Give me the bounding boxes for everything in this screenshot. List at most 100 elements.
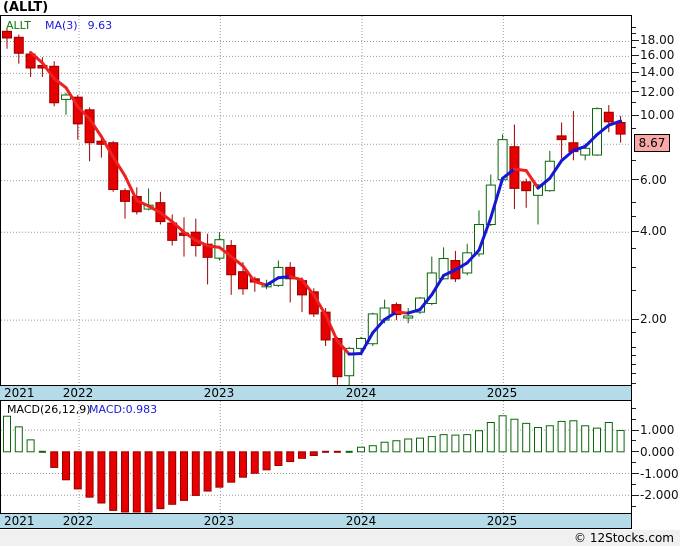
- axis-minor-tick: [632, 159, 636, 161]
- macd-bar-negative: [227, 451, 236, 483]
- price-axis-label: 6.00: [640, 172, 667, 187]
- ma-line-segment: [206, 244, 221, 249]
- macd-bar-negative: [298, 451, 306, 459]
- macd-panel: MACD(26,12,9) MACD:0.983: [0, 401, 631, 513]
- axis-major-tick: [632, 473, 639, 474]
- macd-bar-chart: [1, 401, 631, 513]
- macd-bar-positive: [427, 436, 436, 453]
- year-label: 2023: [203, 514, 235, 528]
- year-label: 2023: [203, 386, 235, 400]
- candle-body: [603, 111, 614, 123]
- macd-bar-negative: [156, 451, 165, 510]
- candle-body: [120, 190, 130, 202]
- ma-line-segment: [253, 280, 269, 287]
- ma-label: MA(3): [45, 19, 78, 32]
- macd-bar-positive: [404, 438, 413, 453]
- last-price-badge: 8.67: [634, 134, 670, 152]
- axis-minor-tick: [632, 363, 636, 365]
- axis-minor-tick: [632, 355, 636, 357]
- price-axis-label: 12.00: [640, 84, 675, 99]
- macd-bar-positive: [463, 434, 472, 453]
- axis-major-tick: [632, 494, 639, 496]
- axis-minor-tick: [632, 267, 636, 269]
- axis-minor-tick: [632, 331, 636, 333]
- candle-body: [403, 315, 414, 319]
- axis-major-tick: [632, 54, 639, 56]
- year-label: 2022: [62, 514, 94, 528]
- axis-major-tick: [632, 230, 639, 232]
- axis-minor-tick: [632, 440, 636, 442]
- symbol-label: ALLT: [6, 19, 31, 32]
- axis-major-tick: [632, 429, 639, 431]
- macd-param-label: MACD(26,12,9): [7, 403, 91, 416]
- axis-major-tick: [632, 318, 639, 320]
- macd-bar-negative: [121, 451, 129, 513]
- macd-bar-positive: [522, 422, 531, 453]
- year-label: 2024: [345, 386, 377, 400]
- macd-bar-positive: [593, 427, 601, 453]
- axis-major-tick: [632, 179, 639, 181]
- macd-bar-negative: [239, 451, 247, 478]
- price-axis: 8.67 18.00 16.00 14.00 12.00 10.00 6.00 4.00 2.…: [632, 15, 680, 385]
- price-axis-label: 2.00: [640, 312, 667, 327]
- axis-minor-tick: [632, 215, 636, 217]
- stock-chart-page: (ALLT) ALLT MA(3) 9.63 8.67 18.00 16.00 14.0…: [0, 0, 680, 546]
- macd-bar-positive: [475, 430, 483, 453]
- x-axis-band-bottom: 2021 2022 2023 2024 2025: [0, 513, 631, 529]
- price-axis-label: 16.00: [640, 48, 675, 63]
- price-axis-label: 10.00: [640, 108, 675, 122]
- year-label: 2022: [62, 386, 94, 400]
- year-label: 2021: [4, 514, 35, 528]
- axis-minor-tick: [632, 33, 636, 35]
- macd-bar-positive: [581, 425, 590, 453]
- price-axis-label: 18.00: [640, 33, 675, 48]
- candle-body: [497, 139, 508, 181]
- macd-bar-negative: [215, 451, 224, 488]
- axis-minor-tick: [632, 505, 636, 507]
- macd-bar-negative: [85, 451, 94, 498]
- axis-minor-tick: [632, 127, 636, 129]
- macd-bar-negative: [144, 451, 153, 513]
- macd-bar-positive: [26, 439, 35, 453]
- axis-major-tick: [632, 451, 639, 453]
- candle-body: [521, 181, 532, 192]
- axis-minor-tick: [632, 383, 636, 385]
- axis-major-tick: [632, 114, 639, 116]
- price-axis-label: 4.00: [640, 224, 667, 239]
- macd-bar-negative: [309, 451, 318, 456]
- macd-bar-positive: [616, 430, 625, 453]
- axis-minor-tick: [632, 102, 636, 104]
- axis-minor-tick: [632, 26, 636, 28]
- macd-bar-negative: [73, 451, 82, 490]
- macd-bar-negative: [97, 451, 106, 504]
- macd-bar-negative: [132, 451, 141, 513]
- macd-bar-negative: [50, 451, 59, 468]
- ma-value: 9.63: [87, 19, 113, 32]
- axis-minor-tick: [632, 47, 636, 49]
- ma-line-segment: [288, 275, 304, 282]
- macd-bar-positive: [357, 446, 365, 453]
- macd-bar-negative: [180, 451, 188, 501]
- axis-minor-tick: [632, 290, 636, 292]
- macd-axis-label: 0.000: [640, 444, 675, 459]
- x-axis-band-top: 2021 2022 2023 2024 2025: [0, 385, 631, 401]
- macd-zero-dash: [322, 450, 330, 453]
- price-axis-label: 14.00: [640, 65, 675, 80]
- macd-bar-negative: [62, 451, 70, 481]
- macd-bar-positive: [510, 418, 519, 453]
- macd-zero-dash: [345, 450, 353, 453]
- axis-minor-tick: [632, 407, 636, 409]
- axis-minor-tick: [632, 418, 636, 420]
- year-label: 2021: [4, 386, 35, 400]
- macd-bar-positive: [416, 437, 424, 453]
- macd-bar-positive: [392, 440, 401, 453]
- candle-body: [238, 271, 248, 290]
- macd-bar-negative: [250, 451, 259, 474]
- ma-line-segment: [394, 310, 410, 315]
- ma-line-segment: [560, 149, 575, 163]
- macd-bar-positive: [545, 425, 554, 453]
- price-chart-panel: ALLT MA(3) 9.63: [0, 15, 631, 385]
- candle-body: [615, 122, 626, 135]
- year-label: 2025: [486, 386, 518, 400]
- candle-body: [556, 135, 567, 141]
